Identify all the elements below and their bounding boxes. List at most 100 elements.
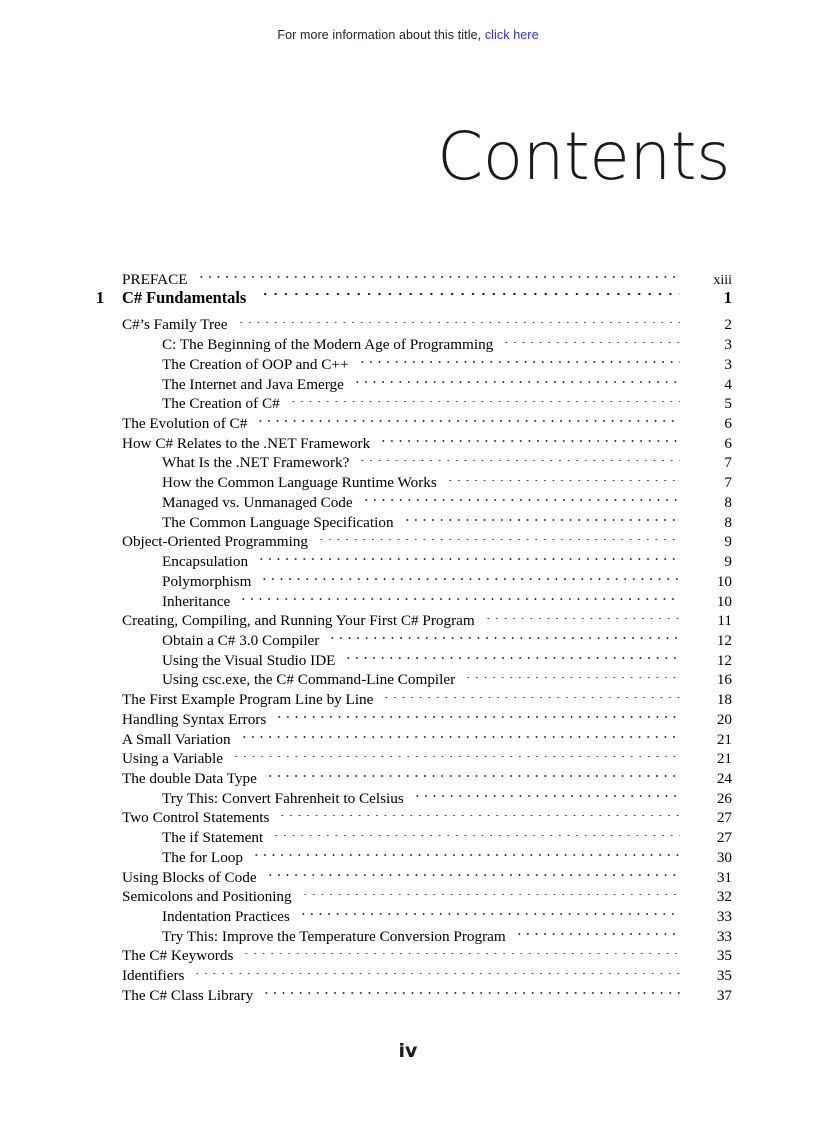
toc-entry-title: Using the Visual Studio IDE [162, 651, 336, 669]
toc-page-number: 26 [716, 789, 732, 807]
toc-page-number: 12 [716, 631, 732, 649]
table-of-contents: PREFACE xiii 1 C# Fundamentals 1 C#’s Family … [96, 264, 732, 1004]
toc-entry-title: C# Fundamentals [122, 288, 247, 308]
toc-dot-leader [265, 862, 680, 882]
toc-dot-leader [275, 704, 680, 724]
toc-entry-title: Semicolons and Positioning [122, 888, 292, 906]
toc-dot-leader [298, 901, 680, 921]
toc-entry-title: Inheritance [162, 592, 231, 610]
toc-dot-leader [231, 744, 680, 764]
toc-dot-leader [502, 329, 680, 349]
toc-page-number: 6 [724, 415, 732, 433]
toc-page-number: 27 [716, 829, 732, 847]
toc-dot-leader [272, 822, 680, 842]
toc-entry-title: Two Control Statements [122, 809, 270, 827]
toc-dot-leader [239, 586, 680, 606]
toc-entry-title: Indentation Practices [162, 908, 290, 925]
toc-page-number: 6 [724, 434, 732, 452]
toc-dot-leader [357, 349, 680, 369]
toc-entry-title: The Evolution of C# [122, 415, 248, 433]
toc-dot-leader [239, 724, 680, 744]
toc-dot-leader [265, 763, 680, 783]
more-information-banner: For more information about this title, c… [0, 28, 816, 42]
toc-dot-leader [352, 369, 680, 389]
toc-page-number: 18 [716, 691, 732, 709]
toc-entry-title: A Small Variation [122, 730, 231, 748]
toc-dot-leader [344, 645, 680, 665]
toc-page-number: 3 [724, 336, 732, 354]
toc-dot-leader [262, 980, 680, 1000]
toc-dot-leader [288, 389, 680, 409]
toc-page-number: 9 [724, 533, 732, 551]
click-here-link[interactable]: click here [485, 28, 539, 42]
toc-dot-leader [483, 606, 680, 626]
toc-dot-leader [412, 783, 680, 803]
toc-page-number: 8 [724, 513, 732, 531]
page-title: Contents [437, 118, 730, 195]
toc-entry-title: Using Blocks of Code [122, 868, 257, 886]
toc-page-number: 3 [724, 355, 732, 373]
toc-page-number: 11 [717, 612, 732, 630]
toc-entry[interactable]: PREFACE xiii [96, 264, 732, 288]
toc-page-number: 12 [716, 651, 732, 669]
toc-page-number: 24 [716, 769, 732, 787]
toc-dot-leader [328, 625, 680, 645]
toc-page-number: 10 [716, 572, 732, 590]
toc-dot-leader [236, 310, 681, 330]
toc-dot-leader [464, 665, 680, 685]
toc-entry-title: The if Statement [162, 829, 264, 847]
toc-entry-title: The for Loop [162, 848, 243, 866]
toc-page-number: 30 [716, 848, 732, 866]
toc-dot-leader [382, 684, 680, 704]
toc-dot-leader [256, 408, 680, 428]
toc-page-number: 35 [716, 967, 732, 985]
toc-dot-leader [379, 428, 680, 448]
toc-entry-title: C#’s Family Tree [122, 316, 228, 334]
toc-entry-title: What Is the .NET Framework? [162, 454, 350, 472]
banner-text: For more information about this title, [277, 28, 482, 42]
toc-page-number: 7 [724, 454, 732, 472]
toc-page-number: 16 [716, 671, 732, 689]
toc-entry-title: Using a Variable [122, 750, 223, 768]
toc-page-number: 31 [716, 868, 732, 886]
toc-dot-leader [300, 882, 680, 902]
toc-entry-title: Identifiers [122, 967, 185, 985]
toc-dot-leader [251, 842, 680, 862]
toc-entry-title: The C# Class Library [122, 986, 254, 1004]
toc-page-number: 21 [716, 730, 732, 748]
toc-entry[interactable]: 1 C# Fundamentals 1 [96, 284, 732, 310]
toc-page-number: 33 [716, 908, 732, 925]
toc-entry-title: The double Data Type [122, 769, 257, 787]
toc-page-number: 35 [716, 947, 732, 965]
toc-entry[interactable]: C#’s Family Tree 2 [96, 310, 732, 333]
toc-page-number: 27 [716, 809, 732, 827]
toc-page-number: 37 [716, 986, 732, 1004]
toc-page-number: 33 [716, 927, 732, 945]
toc-page-number: 5 [724, 395, 732, 413]
page-number-folio: iv [398, 1040, 418, 1062]
toc-dot-leader [260, 566, 680, 586]
toc-dot-leader [278, 803, 680, 823]
toc-dot-leader [514, 921, 680, 941]
toc-dot-leader [257, 546, 680, 566]
toc-dot-leader [196, 264, 680, 284]
toc-page-number: 10 [716, 592, 732, 610]
toc-page-number: 9 [724, 553, 732, 571]
toc-entry-title: Managed vs. Unmanaged Code [162, 493, 353, 511]
toc-entry-title: The Creation of OOP and C++ [162, 355, 349, 373]
toc-dot-leader [242, 941, 680, 961]
toc-entry-title: Polymorphism [162, 572, 252, 590]
toc-entry-title: Obtain a C# 3.0 Compiler [162, 631, 320, 649]
toc-dot-leader [445, 467, 680, 487]
toc-page-number: 7 [724, 474, 732, 492]
toc-page-number: 1 [723, 288, 732, 308]
toc-chapter-number: 1 [96, 288, 105, 308]
toc-dot-leader [361, 487, 680, 507]
toc-page-number: 4 [724, 375, 732, 393]
toc-entry-title: How C# Relates to the .NET Framework [122, 434, 371, 452]
toc-dot-leader [193, 960, 680, 980]
toc-page-number: 2 [724, 316, 732, 334]
toc-page-number: 8 [724, 493, 732, 511]
toc-dot-leader [358, 448, 680, 468]
toc-dot-leader [317, 527, 680, 547]
